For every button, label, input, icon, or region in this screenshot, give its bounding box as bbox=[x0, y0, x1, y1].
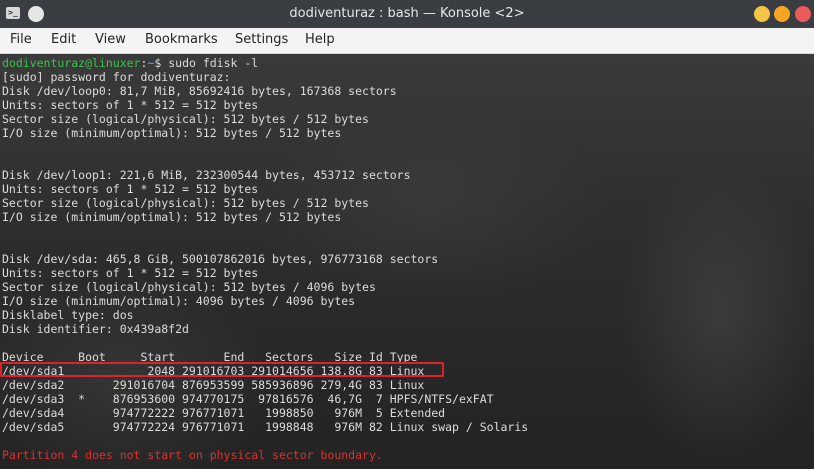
command-text: sudo fdisk -l bbox=[161, 56, 259, 70]
output-line: [sudo] password for dodiventuraz: bbox=[2, 70, 231, 84]
minimize-button[interactable] bbox=[754, 6, 770, 22]
partition-row-sda5: /dev/sda5 974772224 976771071 1998848 97… bbox=[2, 420, 529, 434]
menu-view[interactable]: View bbox=[95, 32, 126, 47]
partition-row-sda3: /dev/sda3 * 876953600 974770175 97816576… bbox=[2, 392, 494, 406]
output-line: I/O size (minimum/optimal): 512 bytes / … bbox=[2, 210, 342, 224]
terminal-text: dodiventuraz@linuxer:~$ sudo fdisk -l [su… bbox=[2, 56, 528, 462]
sda1-highlight-box bbox=[0, 362, 444, 377]
output-line: I/O size (minimum/optimal): 512 bytes / … bbox=[2, 126, 342, 140]
menu-settings[interactable]: Settings bbox=[235, 32, 288, 47]
partition-warning: Partition 4 does not start on physical s… bbox=[2, 448, 383, 462]
partition-row-sda2: /dev/sda2 291016704 876953599 585936896 … bbox=[2, 378, 425, 392]
menu-bookmarks[interactable]: Bookmarks bbox=[145, 32, 218, 47]
output-line: Sector size (logical/physical): 512 byte… bbox=[2, 196, 369, 210]
partition-row-sda4: /dev/sda4 974772222 976771071 1998850 97… bbox=[2, 406, 446, 420]
menu-file[interactable]: File bbox=[10, 32, 32, 47]
output-line: Sector size (logical/physical): 512 byte… bbox=[2, 112, 369, 126]
output-line: Units: sectors of 1 * 512 = 512 bytes bbox=[2, 98, 259, 112]
menu-help[interactable]: Help bbox=[305, 32, 335, 47]
menu-bar: File Edit View Bookmarks Settings Help bbox=[0, 28, 814, 54]
terminal-output[interactable]: dodiventuraz@linuxer:~$ sudo fdisk -l [su… bbox=[0, 54, 814, 469]
output-line: Disk /dev/sda: 465,8 GiB, 500107862016 b… bbox=[2, 252, 439, 266]
close-button[interactable] bbox=[795, 6, 811, 22]
prompt-user: dodiventuraz@linuxer bbox=[2, 56, 141, 70]
output-line: Disk /dev/loop0: 81,7 MiB, 85692416 byte… bbox=[2, 84, 397, 98]
title-bar[interactable]: >_ dodiventuraz : bash — Konsole <2> bbox=[0, 0, 814, 28]
prompt-line: dodiventuraz@linuxer:~$ sudo fdisk -l bbox=[2, 56, 528, 70]
output-line: Units: sectors of 1 * 512 = 512 bytes bbox=[2, 182, 259, 196]
output-line: Disk /dev/loop1: 221,6 MiB, 232300544 by… bbox=[2, 168, 411, 182]
maximize-button[interactable] bbox=[774, 6, 790, 22]
output-line: I/O size (minimum/optimal): 4096 bytes /… bbox=[2, 294, 356, 308]
window-title: dodiventuraz : bash — Konsole <2> bbox=[289, 6, 525, 21]
output-line: Disklabel type: dos bbox=[2, 308, 134, 322]
menu-edit[interactable]: Edit bbox=[51, 32, 76, 47]
output-line: Sector size (logical/physical): 512 byte… bbox=[2, 280, 376, 294]
output-line: Disk identifier: 0x439a8f2d bbox=[2, 322, 189, 336]
output-line: Units: sectors of 1 * 512 = 512 bytes bbox=[2, 266, 259, 280]
konsole-window: >_ dodiventuraz : bash — Konsole <2> Fil… bbox=[0, 0, 814, 469]
